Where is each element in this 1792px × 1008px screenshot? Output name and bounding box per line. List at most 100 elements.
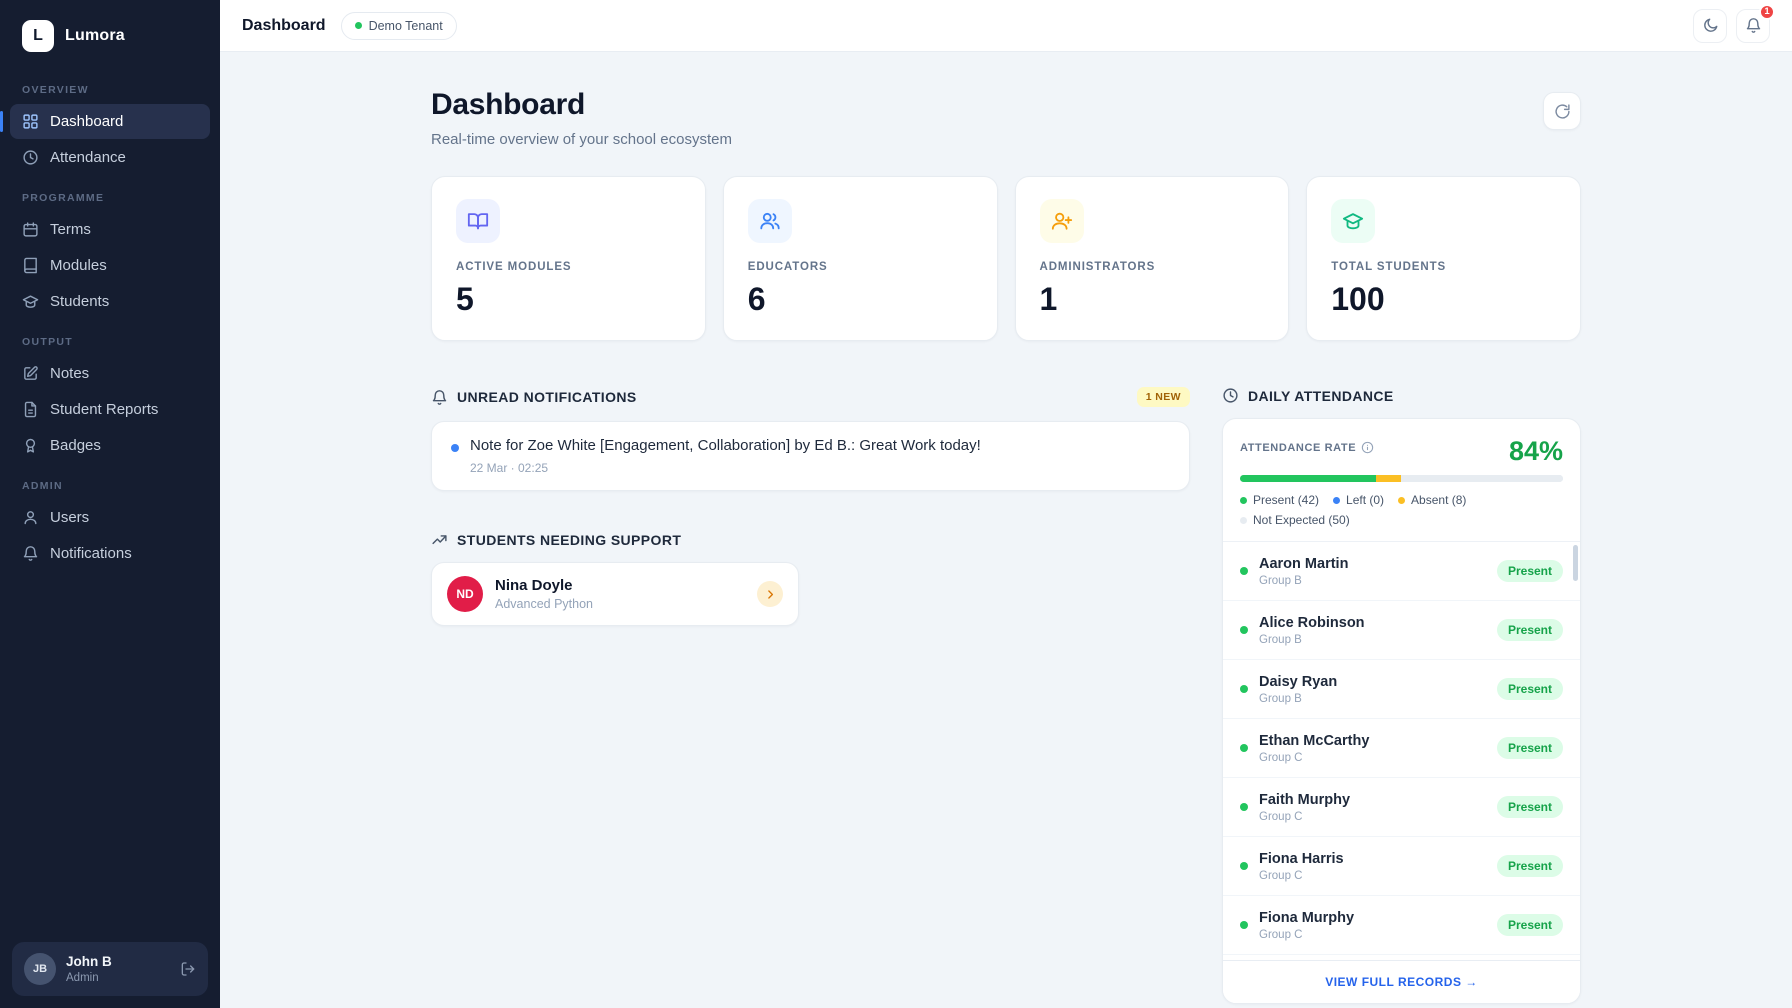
- user-card[interactable]: JB John B Admin: [12, 942, 208, 996]
- legend-dot: [1240, 517, 1247, 524]
- chevron-right-icon[interactable]: [757, 581, 783, 607]
- sidebar-item-terms[interactable]: Terms: [10, 212, 210, 247]
- student-avatar: ND: [447, 576, 483, 612]
- unread-dot: [451, 444, 459, 452]
- status-badge: Present: [1497, 914, 1563, 936]
- student-name: Ethan McCarthy: [1259, 733, 1369, 749]
- topbar-actions: 1: [1693, 9, 1770, 43]
- student-group: Group B: [1259, 575, 1348, 587]
- student-name: Nina Doyle: [495, 577, 593, 594]
- status-badge: Present: [1497, 678, 1563, 700]
- page-subtitle: Real-time overview of your school ecosys…: [431, 131, 732, 148]
- tenant-badge: Demo Tenant: [341, 12, 457, 40]
- sidebar-item-notifications[interactable]: Notifications: [10, 536, 210, 571]
- present-dot: [1240, 921, 1248, 929]
- sidebar-item-label: Users: [50, 509, 89, 526]
- left-column: UNREAD NOTIFICATIONS 1 NEW Note for Zoe …: [431, 387, 1190, 1004]
- app-window: L Lumora OVERVIEWDashboardAttendancePROG…: [0, 0, 1792, 1008]
- present-dot: [1240, 803, 1248, 811]
- bar-segment-present-42-: [1240, 475, 1376, 482]
- users-icon: [748, 199, 792, 243]
- attendance-rate-value: 84%: [1509, 436, 1563, 467]
- right-column: DAILY ATTENDANCE ATTENDANCE RATE: [1222, 387, 1581, 1004]
- scrollbar-thumb[interactable]: [1573, 545, 1578, 581]
- sidebar-item-student-reports[interactable]: Student Reports: [10, 392, 210, 427]
- sidebar-item-modules[interactable]: Modules: [10, 248, 210, 283]
- legend-item: Present (42): [1240, 493, 1319, 507]
- student-module: Advanced Python: [495, 597, 593, 611]
- status-badge: Present: [1497, 796, 1563, 818]
- sidebar-nav: OVERVIEWDashboardAttendancePROGRAMMETerm…: [0, 66, 220, 930]
- status-badge: Present: [1497, 560, 1563, 582]
- user-info: John B Admin: [66, 954, 112, 984]
- notification-time: 22 Mar · 02:25: [470, 461, 981, 475]
- sidebar-item-students[interactable]: Students: [10, 284, 210, 319]
- sidebar-item-attendance[interactable]: Attendance: [10, 140, 210, 175]
- legend-label: Present (42): [1253, 493, 1319, 507]
- student-name: Faith Murphy: [1259, 792, 1350, 808]
- sidebar-section-label: OUTPUT: [0, 320, 220, 355]
- sidebar-item-notes[interactable]: Notes: [10, 356, 210, 391]
- attendance-summary: ATTENDANCE RATE 84% Present (42)Left (0)…: [1223, 419, 1580, 542]
- page-header: Dashboard Real-time overview of your sch…: [431, 88, 1581, 148]
- grid-icon: [22, 113, 39, 130]
- students-needing-support-header: STUDENTS NEEDING SUPPORT: [431, 531, 1190, 548]
- support-student-item[interactable]: ND Nina Doyle Advanced Python: [431, 562, 799, 626]
- trending-up-icon: [431, 531, 448, 548]
- refresh-icon: [1554, 103, 1571, 120]
- notifications-button[interactable]: 1: [1736, 9, 1770, 43]
- attendance-student-list: Aaron MartinGroup BPresentAlice Robinson…: [1223, 542, 1580, 960]
- present-dot: [1240, 567, 1248, 575]
- sidebar-item-label: Attendance: [50, 149, 126, 166]
- refresh-button[interactable]: [1543, 92, 1581, 130]
- sidebar-item-dashboard[interactable]: Dashboard: [10, 104, 210, 139]
- stat-label: ACTIVE MODULES: [456, 261, 681, 273]
- sidebar-item-label: Notifications: [50, 545, 132, 562]
- sidebar-item-label: Notes: [50, 365, 89, 382]
- legend-dot: [1333, 497, 1340, 504]
- info-icon[interactable]: [1361, 441, 1374, 454]
- user-plus-icon: [1040, 199, 1084, 243]
- student-group: Group C: [1259, 870, 1344, 882]
- stat-value: 5: [456, 281, 681, 318]
- sidebar-item-label: Student Reports: [50, 401, 158, 418]
- status-badge: Present: [1497, 855, 1563, 877]
- stat-card-educators: EDUCATORS6: [723, 176, 998, 341]
- bell-icon: [1745, 17, 1762, 34]
- view-full-records-link[interactable]: VIEW FULL RECORDS →: [1223, 960, 1580, 1003]
- attendance-row: Alice RobinsonGroup BPresent: [1223, 601, 1580, 660]
- sidebar-item-badges[interactable]: Badges: [10, 428, 210, 463]
- logout-icon[interactable]: [180, 961, 196, 977]
- attendance-row: Aaron MartinGroup BPresent: [1223, 542, 1580, 601]
- sidebar-item-label: Terms: [50, 221, 91, 238]
- legend-label: Not Expected (50): [1253, 513, 1350, 527]
- sidebar-item-users[interactable]: Users: [10, 500, 210, 535]
- award-icon: [22, 437, 39, 454]
- user-name: John B: [66, 954, 112, 969]
- stat-label: EDUCATORS: [748, 261, 973, 273]
- legend-item: Left (0): [1333, 493, 1384, 507]
- page-content: Dashboard Real-time overview of your sch…: [220, 52, 1792, 1008]
- attendance-row: Daisy RyanGroup BPresent: [1223, 660, 1580, 719]
- student-name: Fiona Harris: [1259, 851, 1344, 867]
- sidebar-item-label: Badges: [50, 437, 101, 454]
- student-name: Alice Robinson: [1259, 615, 1365, 631]
- dark-mode-toggle[interactable]: [1693, 9, 1727, 43]
- legend-dot: [1240, 497, 1247, 504]
- sidebar-item-label: Students: [50, 293, 109, 310]
- attendance-progress-bar: [1240, 475, 1563, 482]
- topbar: Dashboard Demo Tenant 1: [220, 0, 1792, 52]
- student-group: Group B: [1259, 693, 1337, 705]
- legend-label: Absent (8): [1411, 493, 1466, 507]
- daily-attendance-header: DAILY ATTENDANCE: [1222, 387, 1581, 404]
- graduation-cap-icon: [1331, 199, 1375, 243]
- brand: L Lumora: [0, 0, 220, 66]
- section-title: UNREAD NOTIFICATIONS: [457, 389, 637, 405]
- notification-item[interactable]: Note for Zoe White [Engagement, Collabor…: [431, 421, 1190, 491]
- attendance-row: Ethan McCarthyGroup CPresent: [1223, 719, 1580, 778]
- tenant-status-dot: [355, 22, 362, 29]
- sidebar-item-label: Dashboard: [50, 113, 123, 130]
- attendance-row: Fiona MurphyGroup CPresent: [1223, 896, 1580, 955]
- stats-grid: ACTIVE MODULES5EDUCATORS6ADMINISTRATORS1…: [431, 176, 1581, 341]
- stat-label: ADMINISTRATORS: [1040, 261, 1265, 273]
